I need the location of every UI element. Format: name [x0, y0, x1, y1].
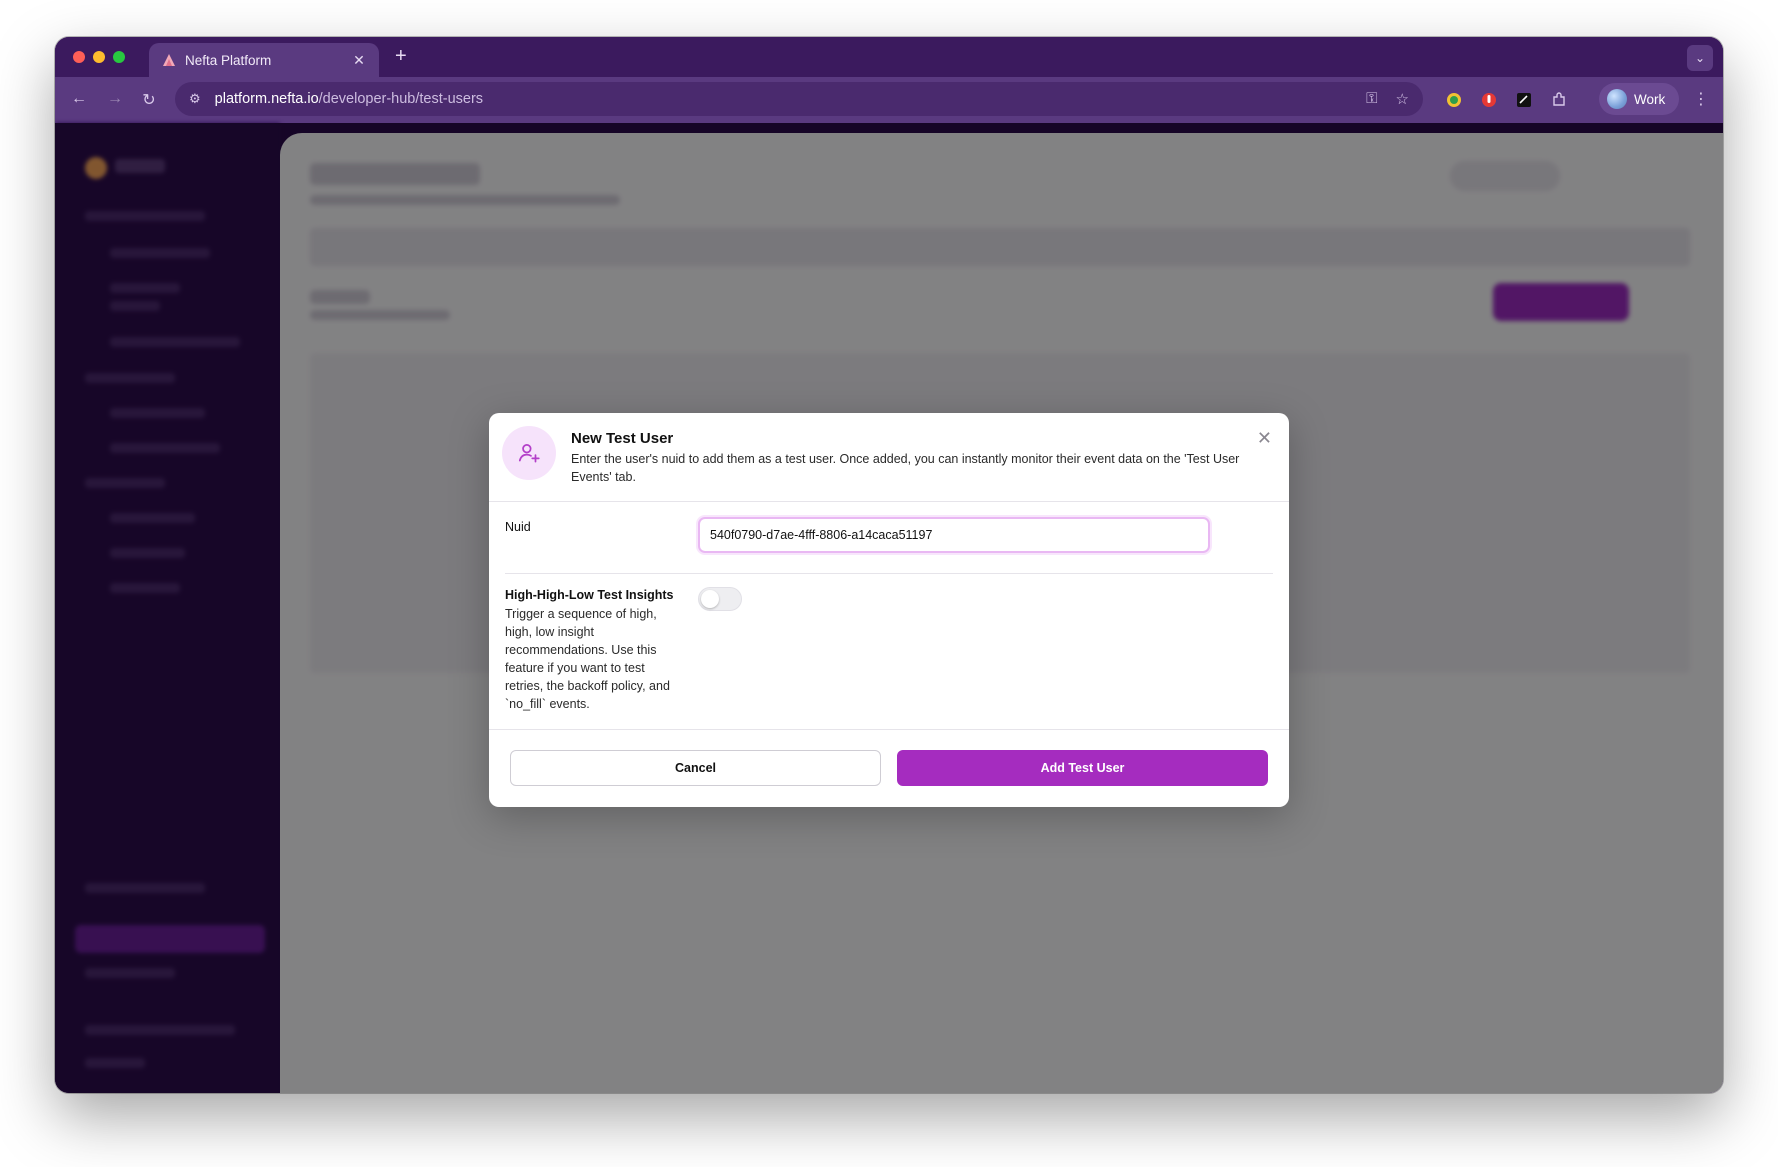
divider — [505, 573, 1273, 574]
url-path: /developer-hub/test-users — [318, 91, 484, 107]
nuid-label: Nuid — [505, 520, 531, 534]
nuid-input[interactable] — [698, 517, 1210, 553]
dialog-header: New Test User Enter the user's nuid to a… — [489, 413, 1289, 502]
profile-name: Work — [1634, 91, 1666, 107]
extension-icon[interactable] — [1514, 90, 1534, 110]
more-menu-icon[interactable]: ⋮ — [1693, 89, 1709, 109]
tab-title: Nefta Platform — [185, 52, 272, 68]
extension-icon[interactable] — [1479, 90, 1499, 110]
address-bar[interactable]: ⚙ platform.nefta.io /developer-hub/test-… — [175, 82, 1423, 116]
close-window-button[interactable] — [73, 51, 85, 63]
user-plus-icon — [502, 426, 556, 480]
tune-icon[interactable]: ⚙ — [189, 91, 201, 107]
key-icon[interactable]: ⚿ — [1366, 90, 1377, 108]
puzzle-icon[interactable] — [1549, 90, 1569, 110]
close-icon[interactable]: ✕ — [1257, 429, 1272, 447]
tab-search-button[interactable]: ⌄ — [1687, 45, 1713, 71]
browser-toolbar: ← → ↻ ⚙ platform.nefta.io /developer-hub… — [55, 77, 1723, 123]
dialog-footer: Cancel Add Test User — [489, 729, 1289, 807]
toggle-knob — [701, 590, 719, 608]
new-test-user-dialog: New Test User Enter the user's nuid to a… — [489, 413, 1289, 807]
nefta-logo-icon — [163, 54, 175, 66]
dialog-title: New Test User — [571, 430, 674, 447]
star-icon[interactable]: ☆ — [1396, 90, 1409, 108]
url-host: platform.nefta.io — [214, 91, 319, 107]
avatar — [1607, 89, 1627, 109]
arrow-left-icon[interactable]: ← — [69, 90, 89, 108]
maximize-window-button[interactable] — [113, 51, 125, 63]
tab-strip: Nefta Platform ✕ + ⌄ — [55, 37, 1723, 77]
minimize-window-button[interactable] — [93, 51, 105, 63]
new-tab-button[interactable]: + — [395, 45, 407, 68]
reload-icon[interactable]: ↻ — [139, 90, 159, 110]
hhl-toggle[interactable] — [698, 587, 742, 611]
browser-tab[interactable]: Nefta Platform ✕ — [149, 43, 379, 77]
cancel-button[interactable]: Cancel — [510, 750, 881, 786]
extension-icon[interactable] — [1444, 90, 1464, 110]
dialog-description: Enter the user's nuid to add them as a t… — [571, 452, 1240, 484]
arrow-right-icon[interactable]: → — [105, 90, 125, 108]
tab-close-icon[interactable]: ✕ — [351, 52, 367, 69]
hhl-label: High-High-Low Test Insights — [505, 588, 674, 602]
hhl-description: Trigger a sequence of high, high, low in… — [505, 607, 670, 711]
add-test-user-button[interactable]: Add Test User — [897, 750, 1268, 786]
profile-button[interactable]: Work — [1599, 83, 1679, 115]
